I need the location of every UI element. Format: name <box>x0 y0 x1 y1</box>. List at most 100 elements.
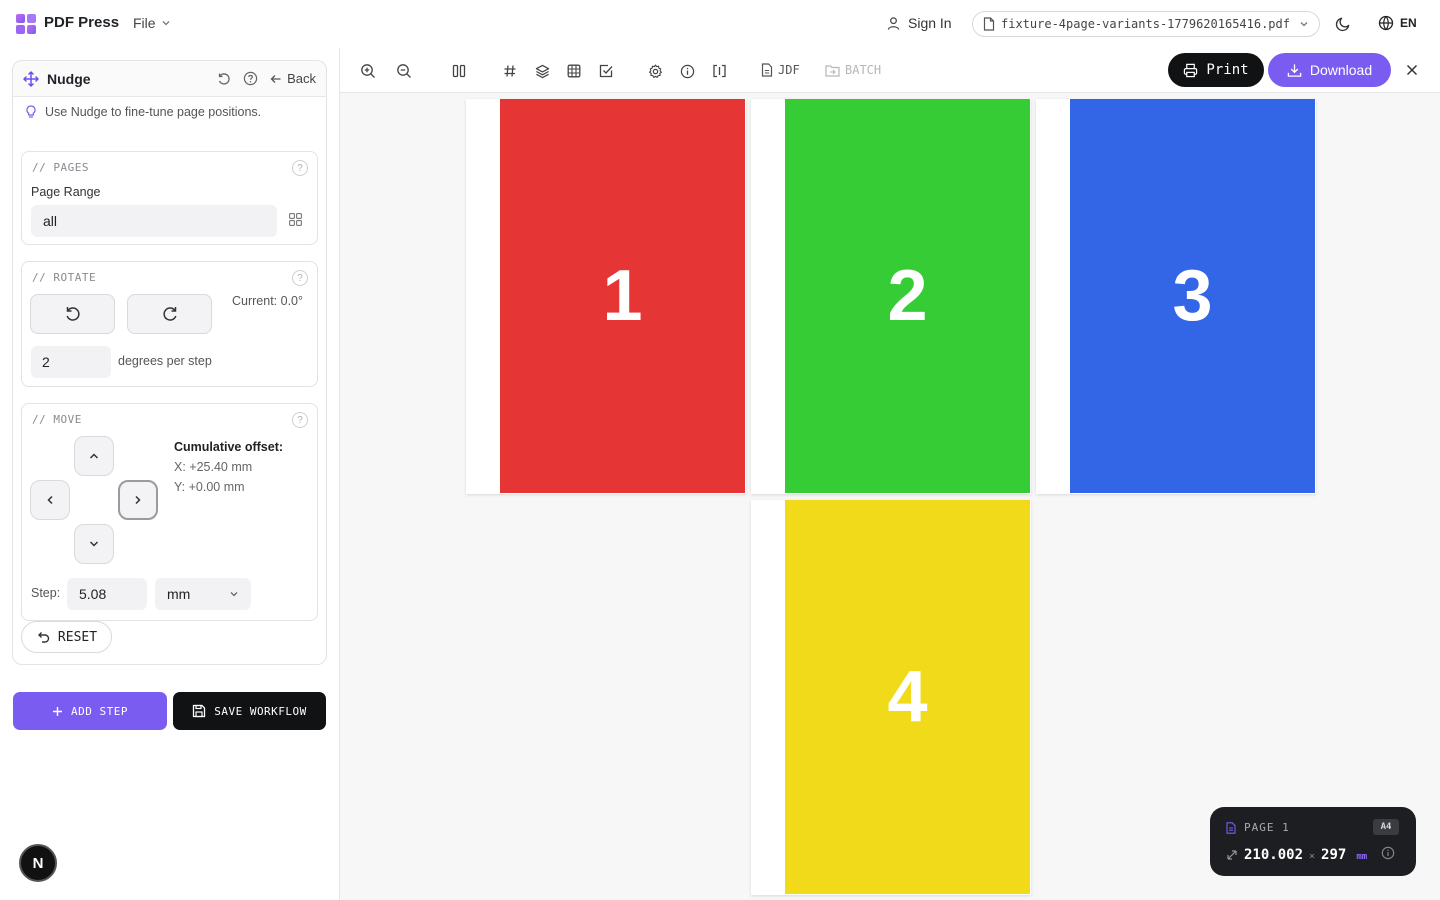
panel-title: Nudge <box>47 70 91 87</box>
globe-icon <box>1378 15 1394 31</box>
moon-icon <box>1335 17 1350 32</box>
rotate-section: // ROTATE ? Current: 0.0° degrees per st… <box>21 261 318 387</box>
paper-size-badge: A4 <box>1373 819 1399 835</box>
rotate-ccw-button[interactable] <box>30 294 115 334</box>
language-label: EN <box>1400 16 1417 30</box>
dev-badge[interactable]: N <box>19 844 57 882</box>
save-workflow-label: SAVE WORKFLOW <box>214 704 307 718</box>
reset-label: RESET <box>57 629 98 645</box>
page-range-input[interactable] <box>31 205 277 237</box>
sign-in-button[interactable]: Sign In <box>886 15 952 31</box>
layers-button[interactable] <box>533 62 551 80</box>
check-square-icon <box>599 64 613 78</box>
sidebar: Nudge Back Use Nudge to fine-tune page p… <box>0 48 340 900</box>
jdf-button[interactable]: JDF <box>761 63 800 77</box>
move-up-button[interactable] <box>74 436 114 476</box>
file-selector[interactable]: fixture-4page-variants-1779620165416.pdf <box>972 11 1320 37</box>
jdf-label: JDF <box>778 63 800 77</box>
move-right-button[interactable] <box>118 480 158 520</box>
help-icon[interactable]: ? <box>292 412 308 428</box>
back-button[interactable]: Back <box>270 71 316 86</box>
language-selector[interactable]: EN <box>1378 15 1417 31</box>
page-thumbnail-3[interactable]: 3 <box>1036 99 1316 494</box>
zoom-out-icon <box>397 64 411 78</box>
logo-icon <box>16 14 36 34</box>
save-workflow-button[interactable]: SAVE WORKFLOW <box>173 692 326 730</box>
arrow-left-icon <box>270 74 281 83</box>
move-icon <box>23 70 39 87</box>
page-thumbnail-4[interactable]: 4 <box>751 500 1031 895</box>
page-dimensions: 210.002 × 297 mm <box>1226 847 1367 863</box>
undo-icon[interactable] <box>217 72 231 86</box>
printer-icon <box>1184 63 1198 77</box>
viewer-toolbar: JDF BATCH Print Download <box>340 48 1440 93</box>
info-icon[interactable] <box>1381 846 1395 860</box>
print-button[interactable]: Print <box>1168 53 1264 87</box>
columns-view-button[interactable] <box>450 62 468 80</box>
page-height: 297 <box>1321 847 1347 863</box>
rotate-cw-button[interactable] <box>127 294 212 334</box>
undo-icon <box>37 632 50 643</box>
table-icon <box>567 64 581 78</box>
reset-button[interactable]: RESET <box>21 621 112 653</box>
lightbulb-icon <box>26 105 36 118</box>
move-step-input[interactable] <box>67 578 147 610</box>
file-menu[interactable]: File <box>133 15 171 31</box>
rotate-cw-icon <box>162 307 177 321</box>
spread-view-button[interactable] <box>710 62 728 80</box>
move-down-button[interactable] <box>74 524 114 564</box>
help-icon[interactable] <box>243 71 258 86</box>
file-icon <box>983 17 995 31</box>
panel-hint: Use Nudge to fine-tune page positions. <box>13 97 326 127</box>
page-numbers-button[interactable] <box>501 62 519 80</box>
checklist-button[interactable] <box>597 62 615 80</box>
zoom-out-button[interactable] <box>395 62 413 80</box>
page-canvas[interactable]: 1 2 3 4 <box>340 93 1440 900</box>
back-label: Back <box>287 71 316 86</box>
close-icon[interactable] <box>1404 62 1420 78</box>
rotate-section-label: // ROTATE <box>32 271 97 284</box>
file-icon <box>761 63 773 77</box>
hint-text: Use Nudge to fine-tune page positions. <box>45 105 262 119</box>
theme-toggle-button[interactable] <box>1335 15 1352 32</box>
download-label: Download <box>1309 62 1373 78</box>
page-content-2: 2 <box>785 99 1030 493</box>
move-left-button[interactable] <box>30 480 70 520</box>
degrees-per-step-input[interactable] <box>31 346 111 378</box>
move-section-label: // MOVE <box>32 413 82 426</box>
page-content-3: 3 <box>1070 99 1315 493</box>
degrees-per-step-label: degrees per step <box>118 354 212 368</box>
page-content-4: 4 <box>785 500 1030 894</box>
chevron-down-icon <box>1300 22 1308 27</box>
pages-section: // PAGES ? Page Range <box>21 151 318 245</box>
page-width: 210.002 <box>1244 847 1304 863</box>
zoom-in-button[interactable] <box>359 62 377 80</box>
page-number-2: 2 <box>887 256 928 336</box>
hash-icon <box>504 65 516 77</box>
grid-icon[interactable] <box>289 213 302 226</box>
page-content-1: 1 <box>500 99 745 493</box>
table-view-button[interactable] <box>565 62 583 80</box>
page-thumbnail-2[interactable]: 2 <box>751 99 1031 494</box>
page-thumbnail-1[interactable]: 1 <box>466 99 746 494</box>
chevron-right-icon <box>135 495 141 505</box>
settings-button[interactable] <box>646 62 664 80</box>
unit-select[interactable]: mm <box>155 578 251 610</box>
add-step-button[interactable]: ADD STEP <box>13 692 167 730</box>
chevron-down-icon <box>162 21 170 26</box>
download-button[interactable]: Download <box>1268 53 1391 87</box>
help-icon[interactable]: ? <box>292 160 308 176</box>
help-icon[interactable]: ? <box>292 270 308 286</box>
page-number-3: 3 <box>1172 256 1213 336</box>
file-name: fixture-4page-variants-1779620165416.pdf <box>1001 17 1290 31</box>
move-section: // MOVE ? Cumulative offset: X: +25.40 m… <box>21 403 318 621</box>
info-button[interactable] <box>678 62 696 80</box>
offset-x: X: +25.40 mm <box>174 460 253 474</box>
page-info-widget: PAGE 1 A4 210.002 × 297 mm <box>1210 807 1416 876</box>
app-header: PDF Press File Sign In fixture-4page-var… <box>0 0 1440 48</box>
unit-select-value: mm <box>167 586 191 602</box>
zoom-in-icon <box>361 64 375 78</box>
batch-button[interactable]: BATCH <box>825 63 881 77</box>
user-icon <box>887 16 900 30</box>
plus-icon <box>53 706 62 716</box>
